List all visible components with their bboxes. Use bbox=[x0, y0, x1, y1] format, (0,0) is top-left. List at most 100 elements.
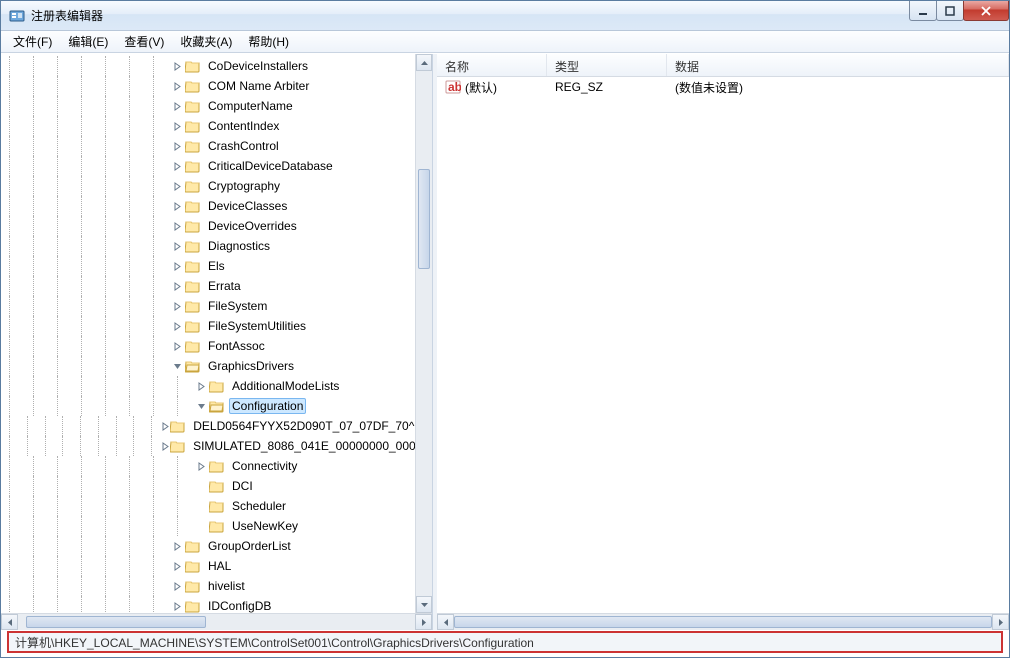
column-type[interactable]: 类型 bbox=[547, 54, 667, 76]
tree-item-label: ContentIndex bbox=[205, 118, 282, 134]
expand-toggle-icon[interactable] bbox=[169, 582, 185, 591]
scroll-left-arrow-icon[interactable] bbox=[437, 614, 454, 630]
expand-toggle-icon[interactable] bbox=[169, 282, 185, 291]
tree-item[interactable]: HAL bbox=[1, 556, 432, 576]
expand-toggle-icon[interactable] bbox=[161, 422, 170, 431]
tree-item[interactable]: Connectivity bbox=[1, 456, 432, 476]
column-data[interactable]: 数据 bbox=[667, 54, 1009, 76]
tree-item[interactable]: IDConfigDB bbox=[1, 596, 432, 613]
folder-icon bbox=[185, 578, 201, 594]
folder-icon bbox=[185, 218, 201, 234]
tree-item[interactable]: DELD0564FYYX52D090T_07_07DF_70^B7 bbox=[1, 416, 432, 436]
tree-item[interactable]: CriticalDeviceDatabase bbox=[1, 156, 432, 176]
tree-item-label: Scheduler bbox=[229, 498, 289, 514]
tree-item-label: DeviceClasses bbox=[205, 198, 290, 214]
expand-toggle-icon[interactable] bbox=[169, 302, 185, 311]
expand-toggle-icon[interactable] bbox=[169, 142, 185, 151]
column-name[interactable]: 名称 bbox=[437, 54, 547, 76]
folder-icon bbox=[185, 138, 201, 154]
tree-item[interactable]: hivelist bbox=[1, 576, 432, 596]
tree-item-label: GroupOrderList bbox=[205, 538, 294, 554]
titlebar[interactable]: 注册表编辑器 bbox=[1, 1, 1009, 31]
expand-toggle-icon[interactable] bbox=[169, 82, 185, 91]
tree-item[interactable]: Configuration bbox=[1, 396, 432, 416]
tree-item[interactable]: FileSystem bbox=[1, 296, 432, 316]
tree-item[interactable]: DeviceClasses bbox=[1, 196, 432, 216]
tree-item[interactable]: DeviceOverrides bbox=[1, 216, 432, 236]
expand-toggle-icon[interactable] bbox=[169, 542, 185, 551]
scroll-right-arrow-icon[interactable] bbox=[415, 614, 432, 630]
maximize-button[interactable] bbox=[936, 1, 964, 21]
scroll-thumb[interactable] bbox=[418, 169, 430, 269]
expand-toggle-icon[interactable] bbox=[169, 102, 185, 111]
expand-toggle-icon[interactable] bbox=[169, 562, 185, 571]
menu-help[interactable]: 帮助(H) bbox=[240, 31, 297, 52]
expand-toggle-icon[interactable] bbox=[169, 262, 185, 271]
expand-toggle-icon[interactable] bbox=[169, 182, 185, 191]
tree-item[interactable]: Errata bbox=[1, 276, 432, 296]
expand-toggle-icon[interactable] bbox=[169, 602, 185, 611]
expand-toggle-icon[interactable] bbox=[169, 122, 185, 131]
expand-toggle-icon[interactable] bbox=[169, 342, 185, 351]
scroll-down-arrow-icon[interactable] bbox=[416, 596, 432, 613]
tree-item-label: DELD0564FYYX52D090T_07_07DF_70^B7 bbox=[190, 418, 432, 434]
expand-toggle-icon[interactable] bbox=[193, 382, 209, 391]
tree-item[interactable]: COM Name Arbiter bbox=[1, 76, 432, 96]
value-row[interactable]: ab(默认)REG_SZ(数值未设置) bbox=[437, 77, 1009, 97]
menu-view[interactable]: 查看(V) bbox=[116, 31, 172, 52]
tree-item-label: CoDeviceInstallers bbox=[205, 58, 311, 74]
folder-icon bbox=[185, 198, 201, 214]
tree-item[interactable]: GraphicsDrivers bbox=[1, 356, 432, 376]
tree-item[interactable]: Cryptography bbox=[1, 176, 432, 196]
tree-item[interactable]: FontAssoc bbox=[1, 336, 432, 356]
scroll-thumb[interactable] bbox=[26, 616, 206, 628]
scroll-up-arrow-icon[interactable] bbox=[416, 54, 432, 71]
expand-toggle-icon[interactable] bbox=[169, 362, 185, 371]
menu-file[interactable]: 文件(F) bbox=[5, 31, 60, 52]
scroll-left-arrow-icon[interactable] bbox=[1, 614, 18, 630]
tree-item[interactable]: UseNewKey bbox=[1, 516, 432, 536]
tree-item[interactable]: DCI bbox=[1, 476, 432, 496]
tree-vertical-scrollbar[interactable] bbox=[415, 54, 432, 613]
expand-toggle-icon[interactable] bbox=[169, 62, 185, 71]
tree-item-label: AdditionalModeLists bbox=[229, 378, 342, 394]
tree-item[interactable]: SIMULATED_8086_041E_00000000_00020 bbox=[1, 436, 432, 456]
tree-item[interactable]: Scheduler bbox=[1, 496, 432, 516]
scroll-right-arrow-icon[interactable] bbox=[992, 614, 1009, 630]
expand-toggle-icon[interactable] bbox=[193, 462, 209, 471]
tree-item[interactable]: Diagnostics bbox=[1, 236, 432, 256]
expand-toggle-icon[interactable] bbox=[169, 242, 185, 251]
tree-item[interactable]: FileSystemUtilities bbox=[1, 316, 432, 336]
tree-item[interactable]: CoDeviceInstallers bbox=[1, 56, 432, 76]
tree-horizontal-scrollbar[interactable] bbox=[1, 613, 432, 630]
expand-toggle-icon[interactable] bbox=[169, 222, 185, 231]
close-button[interactable] bbox=[963, 1, 1009, 21]
tree-item-label: Connectivity bbox=[229, 458, 300, 474]
tree-item-label: IDConfigDB bbox=[205, 598, 274, 613]
client-area: CoDeviceInstallers COM Name ArbiterComput… bbox=[1, 53, 1009, 657]
tree-scroll: CoDeviceInstallers COM Name ArbiterComput… bbox=[1, 54, 432, 613]
tree-item[interactable]: GroupOrderList bbox=[1, 536, 432, 556]
tree-item[interactable]: ContentIndex bbox=[1, 116, 432, 136]
menu-favorites[interactable]: 收藏夹(A) bbox=[172, 31, 240, 52]
tree-content[interactable]: CoDeviceInstallers COM Name ArbiterComput… bbox=[1, 54, 432, 613]
expand-toggle-icon[interactable] bbox=[169, 162, 185, 171]
folder-icon bbox=[185, 238, 201, 254]
tree-item[interactable]: AdditionalModeLists bbox=[1, 376, 432, 396]
expand-toggle-icon[interactable] bbox=[169, 322, 185, 331]
expand-toggle-icon[interactable] bbox=[193, 402, 209, 411]
menu-edit[interactable]: 编辑(E) bbox=[60, 31, 116, 52]
tree-item-label: CrashControl bbox=[205, 138, 282, 154]
tree-item[interactable]: CrashControl bbox=[1, 136, 432, 156]
tree-item[interactable]: Els bbox=[1, 256, 432, 276]
values-horizontal-scrollbar[interactable] bbox=[437, 613, 1009, 630]
scroll-thumb[interactable] bbox=[454, 616, 992, 628]
folder-icon bbox=[170, 418, 186, 434]
expand-toggle-icon[interactable] bbox=[169, 202, 185, 211]
expand-toggle-icon[interactable] bbox=[161, 442, 170, 451]
minimize-button[interactable] bbox=[909, 1, 937, 21]
folder-icon bbox=[185, 278, 201, 294]
folder-icon bbox=[170, 438, 186, 454]
tree-item[interactable]: ComputerName bbox=[1, 96, 432, 116]
values-list[interactable]: ab(默认)REG_SZ(数值未设置) bbox=[437, 77, 1009, 613]
